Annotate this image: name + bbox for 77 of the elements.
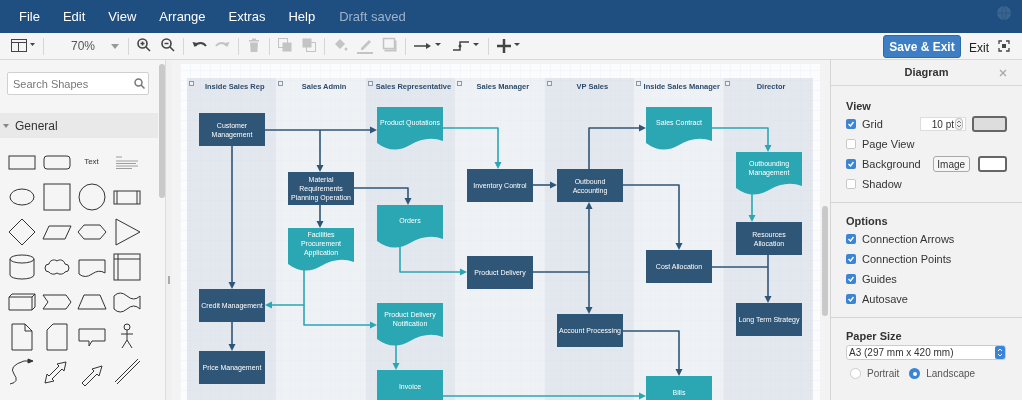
collapse-icon[interactable] [367,81,373,86]
connector-arrow [353,187,412,205]
plus-icon[interactable] [496,37,523,55]
connector-arrow [622,330,683,376]
menu-item[interactable]: Edit [62,6,86,27]
option-label: Background [862,156,921,172]
option-label: Guides [862,271,897,287]
radio-button[interactable] [850,368,861,379]
connector-arrow [711,127,772,152]
checkbox[interactable] [846,179,856,189]
radio-button[interactable] [909,368,921,379]
stepper-icon[interactable] [955,118,963,130]
search-field[interactable]: Search Shapes [7,72,149,95]
scrollbar-thumb[interactable] [822,206,828,316]
menu-item[interactable]: File [19,6,40,27]
checkbox[interactable] [846,254,856,264]
connector-arrow [316,204,324,228]
collapse-icon[interactable] [725,81,731,86]
option-label: Shadow [862,176,902,192]
connector-arrow [588,124,646,170]
menu-item[interactable]: View [108,6,137,27]
connector-arrow [748,191,756,222]
checkbox[interactable] [846,234,856,244]
option-label: Grid [862,116,883,132]
scrollbar-thumb[interactable] [159,64,165,198]
checkbox[interactable] [846,159,856,169]
option-label: Page View [862,136,915,152]
panel-layout-icon[interactable] [10,37,36,55]
collapse-icon[interactable] [457,81,463,86]
zoom-dropdown[interactable]: 70% [51,36,122,56]
color-swatch[interactable] [977,156,1007,172]
checkbox[interactable] [846,274,856,284]
internal-storage-icon[interactable] [110,252,143,281]
image-button[interactable]: Image [932,156,970,172]
connector-arrow [228,321,236,351]
checkbox[interactable] [846,139,856,149]
checkbox[interactable] [846,294,856,304]
connector-arrow [442,127,502,169]
connector-arrow [622,184,683,250]
option-label: Connection Points [862,251,952,267]
option-label: Connection Arrows [862,231,955,247]
section-title: General [15,117,58,135]
collapse-icon[interactable] [278,81,284,86]
color-swatch[interactable] [972,116,1007,132]
checkbox[interactable] [846,119,856,129]
close-icon[interactable] [999,69,1007,77]
caret-icon [111,43,120,49]
radio-label: Landscape [926,367,976,381]
connector-arrow [532,181,557,189]
connector-arrow [764,254,772,303]
section-heading: Paper Size [846,329,903,344]
menu-item[interactable]: Extras [228,6,266,27]
connector-line [711,266,769,268]
connector-arrow [392,342,400,370]
splitter-handle[interactable] [168,276,170,284]
save-exit-button[interactable]: Save & Exit [883,35,961,58]
connector-arrow [399,244,467,276]
exit-link[interactable]: Exit [969,39,989,57]
fullscreen-icon[interactable] [998,40,1010,52]
section-heading: View [846,99,872,114]
collapse-icon[interactable] [546,81,552,86]
circle-icon[interactable] [75,182,108,211]
section-header[interactable]: General [0,113,158,138]
save-status: Draft saved [339,7,406,26]
grid-size-field[interactable]: 10 pt [920,117,966,131]
menu-item[interactable]: Help [288,6,316,27]
radio-label: Portrait [867,367,900,381]
option-label: Autosave [862,291,908,307]
collapse-icon[interactable] [189,81,194,86]
text-shape[interactable]: Text [84,155,99,168]
collapse-icon[interactable] [636,81,641,86]
search-icon[interactable] [134,78,145,89]
panel-title: Diagram [904,65,949,81]
menu-item[interactable]: Arrange [159,6,206,27]
paper-size-select[interactable]: A3 (297 mm x 420 mm) [846,345,1006,360]
stepper-icon [995,346,1005,359]
section-heading: Options [846,214,889,229]
